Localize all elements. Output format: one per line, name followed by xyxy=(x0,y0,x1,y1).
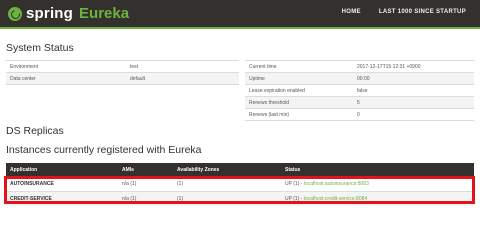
table-row: Renews (last min) 0 xyxy=(245,108,474,121)
env-label: Environment xyxy=(6,60,126,73)
column-header-status: Status xyxy=(281,163,474,177)
top-navbar: spring Eureka HOME LAST 1000 SINCE START… xyxy=(0,0,480,29)
brand-spring-text: spring xyxy=(26,5,74,22)
datacenter-value: default xyxy=(126,72,239,85)
column-header-amis: AMIs xyxy=(118,163,173,177)
nav-last1000-link[interactable]: LAST 1000 SINCE STARTUP xyxy=(379,9,466,15)
renews-threshold-value: 5 xyxy=(353,96,474,109)
column-header-application: Application xyxy=(6,163,118,177)
column-header-zones: Availability Zones xyxy=(173,163,281,177)
table-row: Current time 2017-12-17T15:12:31 +0900 xyxy=(245,60,474,73)
table-row: Renews threshold 5 xyxy=(245,96,474,109)
lease-expiration-label: Lease expiration enabled xyxy=(245,84,353,97)
table-row: Data center default xyxy=(6,72,239,85)
renews-last-min-value: 0 xyxy=(353,108,474,121)
uptime-label: Uptime xyxy=(245,72,353,85)
uptime-value: 00:00 xyxy=(353,72,474,85)
lease-expiration-value: false xyxy=(353,84,474,97)
table-row: Lease expiration enabled false xyxy=(245,84,474,97)
renews-threshold-label: Renews threshold xyxy=(245,96,353,109)
table-row: Environment test xyxy=(6,60,239,73)
datacenter-label: Data center xyxy=(6,72,126,85)
renews-last-min-label: Renews (last min) xyxy=(245,108,353,121)
system-status-title: System Status xyxy=(6,42,74,54)
table-row: Uptime 00:00 xyxy=(245,72,474,85)
env-value: test xyxy=(126,60,239,73)
table-header-row: Application AMIs Availability Zones Stat… xyxy=(6,163,474,177)
spring-leaf-icon xyxy=(8,6,22,21)
current-time-value: 2017-12-17T15:12:31 +0900 xyxy=(353,60,474,73)
current-time-label: Current time xyxy=(245,60,353,73)
highlight-box xyxy=(4,176,475,204)
ds-replicas-title: DS Replicas xyxy=(6,125,64,137)
nav-home-link[interactable]: HOME xyxy=(342,9,361,15)
system-status-right-table: Current time 2017-12-17T15:12:31 +0900 U… xyxy=(245,60,474,121)
nav-links: HOME LAST 1000 SINCE STARTUP xyxy=(342,9,466,15)
brand-logo[interactable]: spring Eureka xyxy=(8,4,129,23)
brand-eureka-text: Eureka xyxy=(79,5,130,22)
system-status-left-table: Environment test Data center default xyxy=(6,60,239,85)
instances-title: Instances currently registered with Eure… xyxy=(6,144,202,156)
